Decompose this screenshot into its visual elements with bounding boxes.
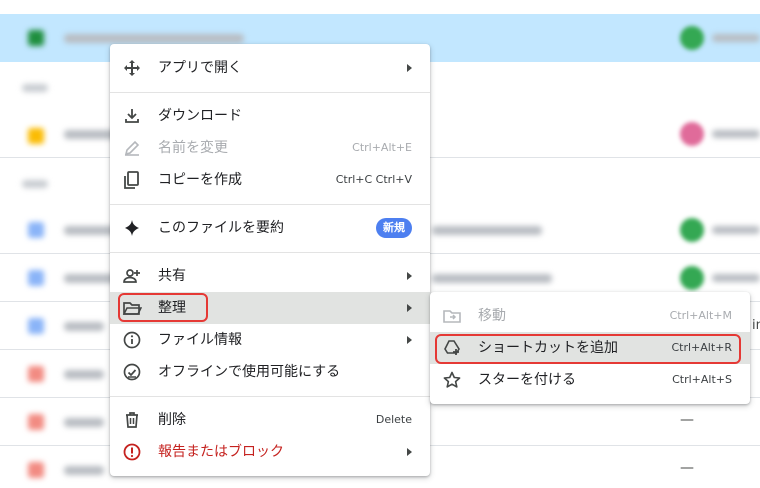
file-type-icon [28,462,44,478]
owner-dash: — [680,460,694,476]
owner-name-blurred [712,34,760,42]
file-name-fragment [432,226,542,235]
move-to-folder-icon [442,306,462,326]
owner-avatar [680,218,704,242]
move-arrows-icon [122,58,142,78]
owner-avatar [680,122,704,146]
menu-item-report-block[interactable]: 報告またはブロック [110,436,430,468]
keyboard-shortcut: Ctrl+Alt+E [352,141,412,154]
menu-divider [110,252,430,253]
menu-divider [110,92,430,93]
context-menu: アプリで開く ダウンロード 名前を変更 Ctrl+Alt+E コピーを作成 Ct… [110,44,430,476]
menu-item-make-copy[interactable]: コピーを作成 Ctrl+C Ctrl+V [110,164,430,196]
download-icon [122,106,142,126]
report-icon [122,442,142,462]
menu-item-label: オフラインで使用可能にする [158,364,341,380]
pencil-icon [122,138,142,158]
menu-item-label: 共有 [158,268,186,284]
owner-avatar [680,266,704,290]
new-badge: 新規 [376,218,412,238]
file-type-icon [28,318,44,334]
menu-item-share[interactable]: 共有 [110,260,430,292]
menu-item-label: ファイル情報 [158,332,242,348]
file-name-blurred [64,466,104,475]
menu-item-label: アプリで開く [158,60,242,76]
menu-divider [110,204,430,205]
menu-item-download[interactable]: ダウンロード [110,100,430,132]
section-label-blurred [22,84,48,92]
file-type-icon [28,414,44,430]
owner-name-blurred [712,274,760,282]
menu-item-delete[interactable]: 削除 Delete [110,404,430,436]
star-icon [442,370,462,390]
menu-item-file-info[interactable]: ファイル情報 [110,324,430,356]
submenu-item-move[interactable]: 移動 Ctrl+Alt+M [430,300,750,332]
submenu-arrow-icon [407,304,412,312]
owner-dash: — [680,412,694,428]
file-type-icon [28,222,44,238]
menu-item-available-offline[interactable]: オフラインで使用可能にする [110,356,430,388]
sparkle-icon [122,218,142,238]
file-name-blurred [64,34,244,43]
section-label-blurred [22,180,48,188]
submenu-item-label: 移動 [478,308,506,324]
submenu-item-label: スターを付ける [478,372,576,388]
menu-item-label: 削除 [158,412,186,428]
keyboard-shortcut: Ctrl+C Ctrl+V [335,173,412,186]
menu-item-label: 名前を変更 [158,140,228,156]
menu-divider [110,396,430,397]
copy-icon [122,170,142,190]
menu-item-label: コピーを作成 [158,172,242,188]
owner-text-fragment: in [752,318,760,333]
highlight-box-add-shortcut [435,334,741,364]
submenu-arrow-icon [407,272,412,280]
submenu-arrow-icon [407,448,412,456]
menu-item-open-with[interactable]: アプリで開く [110,52,430,84]
owner-name-blurred [712,226,760,234]
owner-avatar [680,26,704,50]
owner-name-blurred [712,130,760,138]
keyboard-shortcut: Delete [375,413,412,426]
info-icon [122,330,142,350]
file-type-icon [28,270,44,286]
menu-item-rename[interactable]: 名前を変更 Ctrl+Alt+E [110,132,430,164]
file-name-blurred [64,418,104,427]
highlight-box-organize [118,293,208,322]
offline-check-icon [122,362,142,382]
submenu-item-add-star[interactable]: スターを付ける Ctrl+Alt+S [430,364,750,396]
menu-item-label: ダウンロード [158,108,242,124]
file-name-fragment [432,274,552,283]
file-type-icon [28,30,44,46]
file-name-blurred [64,322,104,331]
menu-item-label: このファイルを要約 [158,220,284,236]
trash-icon [122,410,142,430]
keyboard-shortcut: Ctrl+Alt+M [669,309,732,322]
submenu-arrow-icon [407,336,412,344]
file-type-icon [28,366,44,382]
file-type-icon [28,128,44,144]
file-name-blurred [64,370,104,379]
keyboard-shortcut: Ctrl+Alt+S [672,373,732,386]
submenu-arrow-icon [407,64,412,72]
menu-item-summarize[interactable]: このファイルを要約 新規 [110,212,430,244]
menu-item-label: 報告またはブロック [158,444,284,460]
person-add-icon [122,266,142,286]
